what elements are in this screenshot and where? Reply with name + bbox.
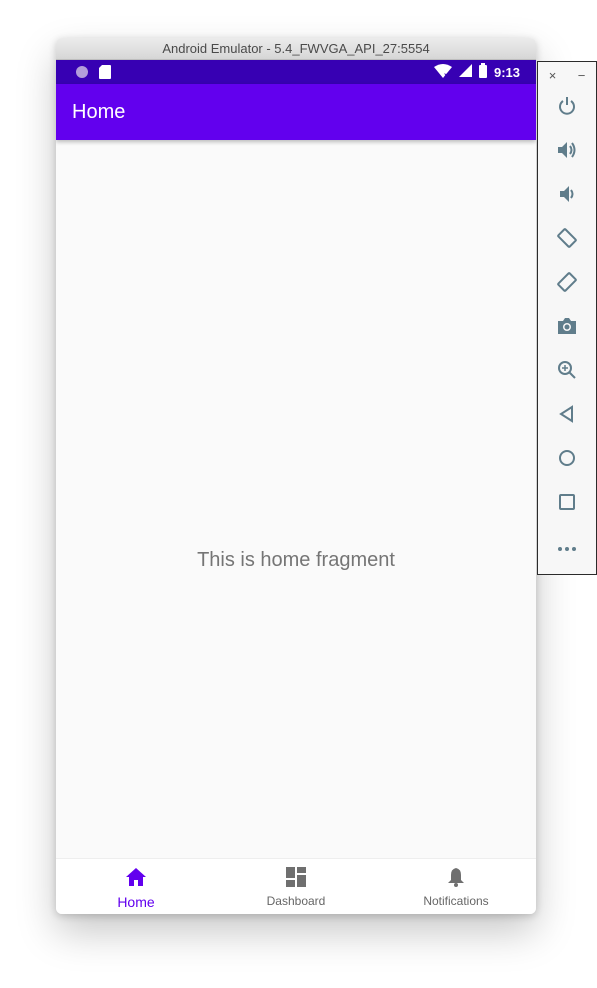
page-title: Home: [72, 101, 126, 123]
nav-label-dashboard: Dashboard: [266, 894, 326, 908]
rotate-left-icon: [556, 227, 578, 254]
zoom-icon: [557, 360, 577, 385]
sd-card-icon: [99, 65, 111, 84]
app-bar: Home: [56, 84, 536, 140]
back-icon: [558, 404, 576, 428]
nav-label-notifications: Notifications: [423, 894, 489, 908]
more-icon: [557, 539, 577, 557]
bottom-navigation: Home Dashboard Notifications: [56, 858, 536, 914]
home-icon: [125, 867, 147, 892]
window-title-bar[interactable]: Android Emulator - 5.4_FWVGA_API_27:5554: [56, 38, 536, 60]
volume-up-button[interactable]: [553, 138, 581, 166]
dashboard-icon: [286, 867, 306, 892]
bell-icon: [447, 867, 465, 892]
overview-icon: [558, 493, 576, 516]
emulator-window: Android Emulator - 5.4_FWVGA_API_27:5554…: [56, 38, 536, 914]
nav-item-dashboard[interactable]: Dashboard: [216, 859, 376, 914]
emulator-side-toolbar: × −: [537, 61, 597, 575]
nav-label-home: Home: [117, 894, 155, 910]
more-button[interactable]: [553, 534, 581, 562]
home-circle-icon: [558, 449, 576, 472]
battery-icon: [478, 63, 487, 81]
camera-icon: [557, 317, 577, 340]
volume-down-icon: [557, 184, 577, 209]
window-title: Android Emulator - 5.4_FWVGA_API_27:5554: [162, 41, 430, 56]
fragment-text: This is home fragment: [197, 549, 395, 571]
power-button[interactable]: [553, 94, 581, 122]
zoom-button[interactable]: [553, 358, 581, 386]
rotate-right-icon: [556, 271, 578, 298]
rotate-left-button[interactable]: [553, 226, 581, 254]
wifi-icon: x: [433, 63, 452, 81]
android-status-bar: x 9:13: [56, 60, 536, 84]
overview-button[interactable]: [553, 490, 581, 518]
power-icon: [557, 96, 577, 121]
signal-icon: [458, 64, 472, 80]
volume-up-icon: [556, 140, 578, 165]
nav-item-home[interactable]: Home: [56, 859, 216, 914]
notification-dot-icon: [75, 65, 89, 84]
back-button[interactable]: [553, 402, 581, 430]
minimize-button[interactable]: −: [578, 68, 586, 83]
home-button[interactable]: [553, 446, 581, 474]
nav-item-notifications[interactable]: Notifications: [376, 859, 536, 914]
volume-down-button[interactable]: [553, 182, 581, 210]
rotate-right-button[interactable]: [553, 270, 581, 298]
main-content: This is home fragment: [56, 140, 536, 858]
close-button[interactable]: ×: [549, 68, 557, 83]
status-time: 9:13: [493, 64, 520, 80]
svg-text:x: x: [444, 72, 448, 78]
screenshot-button[interactable]: [553, 314, 581, 342]
